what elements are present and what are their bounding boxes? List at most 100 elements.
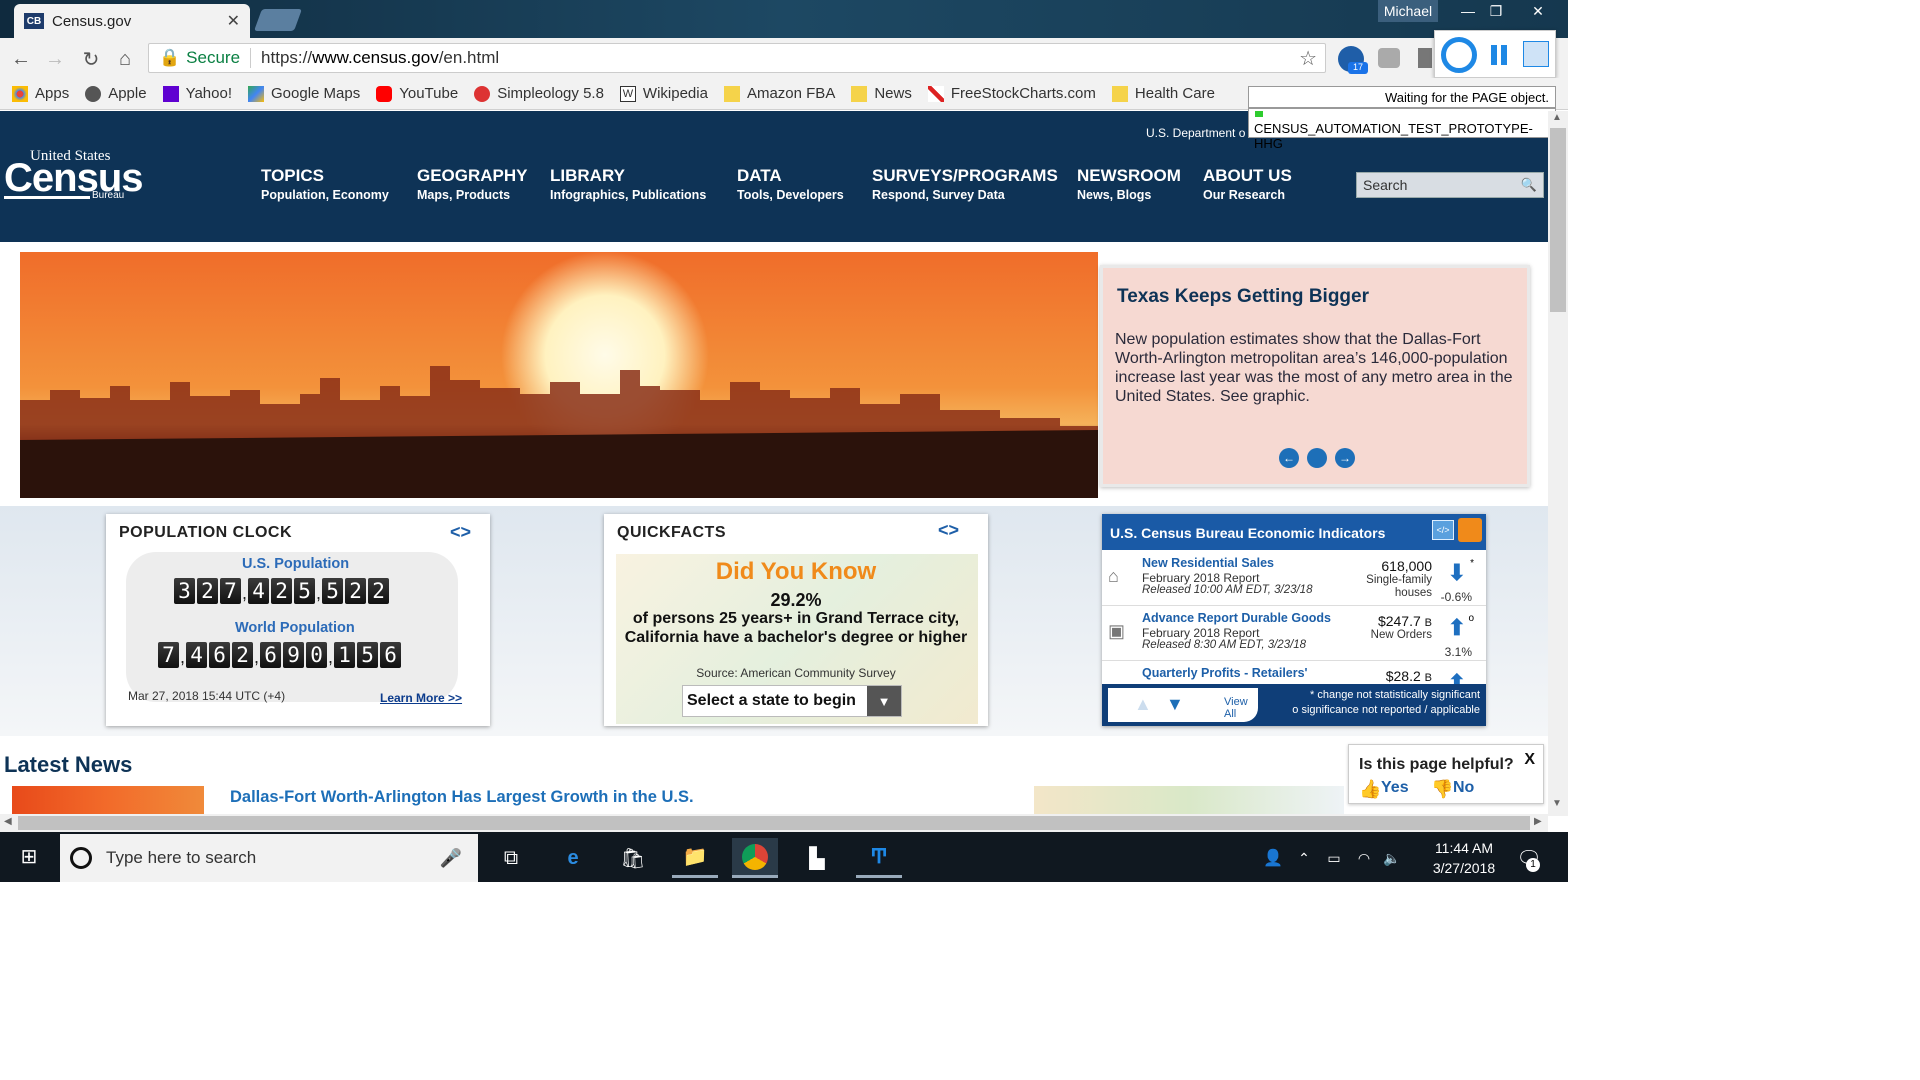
volume-icon[interactable]: 🔈 xyxy=(1380,838,1404,878)
task-view-icon[interactable]: ⧉ xyxy=(488,838,534,878)
indicator-value-number: $247.7 xyxy=(1377,613,1421,629)
address-bar[interactable]: 🔒 Secure https://www.census.gov/en.html … xyxy=(148,43,1326,73)
bookmark-apps[interactable]: Apps xyxy=(12,85,69,102)
news-thumbnail[interactable] xyxy=(1034,786,1344,814)
home-icon[interactable]: ⌂ xyxy=(112,46,138,72)
news-thumbnail[interactable] xyxy=(12,786,204,814)
next-slide-icon[interactable]: → xyxy=(1335,448,1355,468)
us-population-label: U.S. Population xyxy=(242,556,350,572)
close-tab-icon[interactable]: ✕ xyxy=(227,11,240,31)
close-window-icon[interactable]: ✕ xyxy=(1520,0,1556,22)
site-search-input[interactable]: Search 🔍 xyxy=(1356,172,1544,198)
scroll-up-icon[interactable]: ▲ xyxy=(1552,112,1562,123)
search-icon[interactable]: 🔍 xyxy=(1521,177,1537,193)
nav-library[interactable]: LIBRARY Infographics, Publications xyxy=(550,166,706,202)
previous-slide-icon[interactable]: ← xyxy=(1279,448,1299,468)
scroll-left-icon[interactable]: ◀ xyxy=(4,816,12,827)
extension-icon[interactable] xyxy=(1418,48,1432,68)
census-logo[interactable]: United States Census Bureau xyxy=(4,148,143,204)
pause-icon[interactable] xyxy=(1491,45,1497,65)
scroll-down-icon[interactable]: ▼ xyxy=(1552,798,1562,809)
bookmark-health-care[interactable]: Health Care xyxy=(1111,85,1215,102)
bookmark-simpleology[interactable]: Simpleology 5.8 xyxy=(474,85,604,102)
widget-nav-arrows-icon[interactable]: <> xyxy=(938,520,959,541)
widget-nav-arrows-icon[interactable]: <> xyxy=(450,522,471,543)
bookmark-label: Health Care xyxy=(1134,85,1215,102)
bookmark-label: Simpleology 5.8 xyxy=(497,85,604,102)
back-icon[interactable]: ← xyxy=(8,46,34,72)
automation-extension-popup xyxy=(1434,30,1556,78)
people-icon[interactable]: 👤 xyxy=(1250,838,1296,878)
learn-more-link[interactable]: Learn More >> xyxy=(380,691,462,705)
horizontal-scroll-thumb[interactable] xyxy=(18,816,1530,830)
extension-icon[interactable] xyxy=(1378,48,1400,68)
indicator-name[interactable]: Quarterly Profits - Retailers' xyxy=(1142,666,1308,680)
taskbar-search-box[interactable]: Type here to search 🎤 xyxy=(60,834,478,882)
indicator-row[interactable]: ▣ Advance Report Durable Goods February … xyxy=(1102,607,1486,661)
department-link[interactable]: U.S. Department o xyxy=(1146,126,1245,140)
windows-start-icon[interactable]: ⊞ xyxy=(6,836,52,876)
reload-icon[interactable]: ↻ xyxy=(78,46,104,72)
nav-topics[interactable]: TOPICS Population, Economy xyxy=(261,166,389,202)
vertical-scroll-thumb[interactable] xyxy=(1550,128,1566,312)
bookmark-news[interactable]: News xyxy=(851,85,912,102)
bookmark-freestockcharts[interactable]: FreeStockCharts.com xyxy=(927,85,1096,102)
state-select-label: Select a state to begin xyxy=(687,692,856,709)
indicator-name[interactable]: Advance Report Durable Goods xyxy=(1142,611,1331,625)
nav-data[interactable]: DATA Tools, Developers xyxy=(737,166,844,202)
embed-code-icon[interactable]: </> xyxy=(1432,520,1454,540)
census-favicon: CB xyxy=(24,13,44,29)
feedback-no-button[interactable]: No xyxy=(1453,779,1474,797)
scroll-up-icon[interactable]: ▲ xyxy=(1134,694,1152,715)
feedback-yes-button[interactable]: Yes xyxy=(1381,779,1409,797)
taskbar-clock[interactable]: 11:44 AM 3/27/2018 xyxy=(1424,838,1504,878)
state-select[interactable]: Select a state to begin ▼ xyxy=(682,685,902,717)
thumbs-down-icon[interactable]: 👎 xyxy=(1431,779,1453,800)
news-headline-link[interactable]: Dallas-Fort Worth-Arlington Has Largest … xyxy=(230,788,694,807)
stop-icon[interactable] xyxy=(1523,41,1549,67)
wifi-icon[interactable]: ◠ xyxy=(1352,838,1376,878)
nav-newsroom[interactable]: NEWSROOM News, Blogs xyxy=(1077,166,1181,202)
forward-icon[interactable]: → xyxy=(42,46,68,72)
nav-surveys-programs[interactable]: SURVEYS/PROGRAMS Respond, Survey Data xyxy=(872,166,1058,202)
bookmark-star-icon[interactable]: ☆ xyxy=(1299,46,1317,71)
sticky-notes-icon[interactable]: ▙ xyxy=(794,838,840,878)
profile-name[interactable]: Michael xyxy=(1378,0,1438,22)
bookmark-apple[interactable]: Apple xyxy=(85,85,147,102)
rss-icon[interactable] xyxy=(1458,518,1482,542)
digit-separator: , xyxy=(254,647,260,667)
new-tab-button[interactable] xyxy=(253,9,303,31)
bookmark-wikipedia[interactable]: W Wikipedia xyxy=(619,85,708,102)
nav-geography[interactable]: GEOGRAPHY Maps, Products xyxy=(417,166,528,202)
file-explorer-icon[interactable]: 📁 xyxy=(672,838,718,878)
microphone-icon[interactable]: 🎤 xyxy=(440,848,462,869)
hero-headline[interactable]: Texas Keeps Getting Bigger xyxy=(1117,286,1369,308)
chevron-up-icon[interactable]: ⌃ xyxy=(1292,838,1316,878)
taskbar-search-placeholder: Type here to search xyxy=(106,848,257,867)
store-icon[interactable]: 🛍 xyxy=(610,838,656,878)
divider xyxy=(250,48,252,68)
battery-icon[interactable]: ▭ xyxy=(1322,838,1346,878)
bookmark-amazon-fba[interactable]: Amazon FBA xyxy=(723,85,835,102)
thumbs-up-icon[interactable]: 👍 xyxy=(1359,779,1381,800)
slide-indicator-dot[interactable] xyxy=(1307,448,1327,468)
bookmark-yahoo[interactable]: Yahoo! xyxy=(162,85,232,102)
indicator-row[interactable]: ⌂ New Residential Sales February 2018 Re… xyxy=(1102,552,1486,606)
scroll-right-icon[interactable]: ▶ xyxy=(1534,816,1542,827)
url-prefix: https:// xyxy=(261,48,313,67)
chrome-icon[interactable] xyxy=(732,838,778,878)
scroll-down-icon[interactable]: ▼ xyxy=(1166,694,1184,715)
indicator-row[interactable]: Quarterly Profits - Retailers' $28.2 B ⬆ xyxy=(1102,662,1486,684)
nav-about-us[interactable]: ABOUT US Our Research xyxy=(1203,166,1292,202)
restore-icon[interactable]: ❐ xyxy=(1478,0,1514,22)
bookmark-google-maps[interactable]: Google Maps xyxy=(248,85,360,102)
browser-tab[interactable]: CB Census.gov ✕ xyxy=(14,4,250,38)
close-icon[interactable]: X xyxy=(1524,751,1535,769)
edge-browser-icon[interactable]: e xyxy=(550,838,596,878)
chevron-down-icon[interactable]: ▼ xyxy=(867,686,901,716)
automation-app-icon[interactable]: Ͳ xyxy=(856,838,902,878)
pause-icon[interactable] xyxy=(1501,45,1507,65)
indicator-name[interactable]: New Residential Sales xyxy=(1142,556,1274,570)
bookmark-youtube[interactable]: YouTube xyxy=(376,85,458,102)
view-all-link[interactable]: View All xyxy=(1224,696,1258,720)
